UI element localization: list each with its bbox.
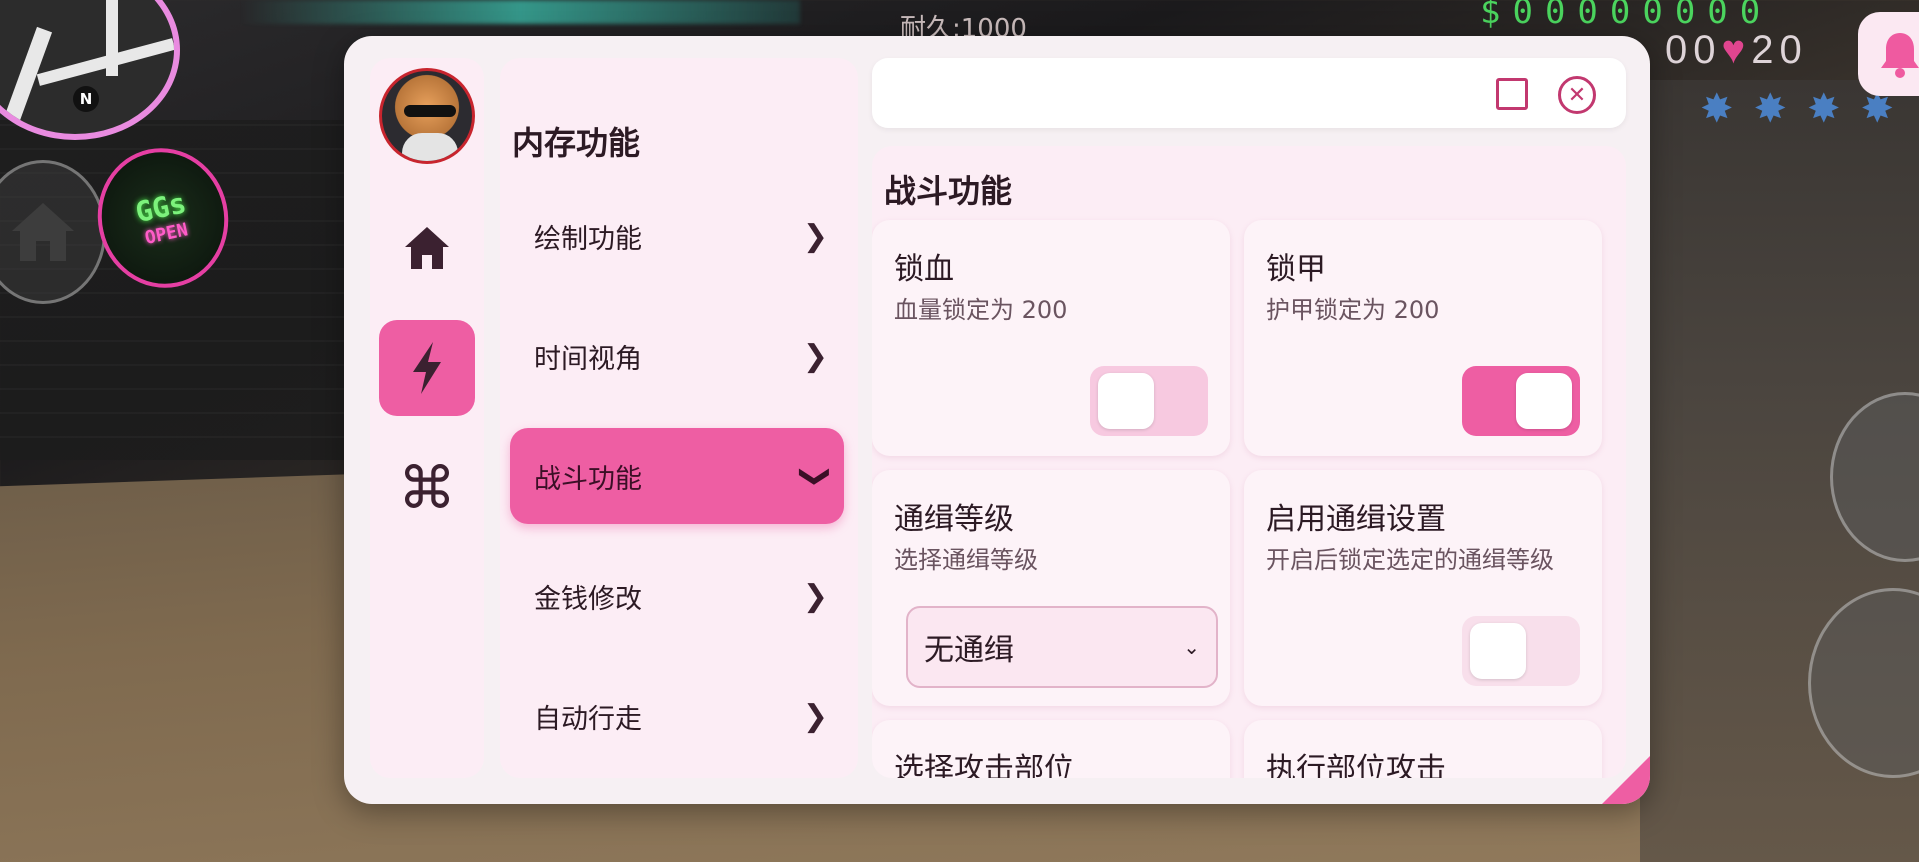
punch-button[interactable] [1830,392,1919,562]
avatar[interactable] [379,68,475,164]
home-icon [12,203,74,261]
section-title: 战斗功能 [884,172,1013,210]
toggle-knob [1098,373,1154,429]
close-button[interactable]: ✕ [1558,76,1596,114]
minimap[interactable]: N [0,0,180,140]
card-title: 选择攻击部位 [894,752,1074,778]
minimap-road [106,0,118,76]
heart-icon: ♥ [1721,28,1752,72]
category-time-view[interactable]: 时间视角 ❯ [510,308,844,404]
combat-content: 战斗功能 锁血 血量锁定为 200 锁甲 护甲锁定为 200 通缉等级 选择通缉… [872,146,1626,778]
game-home-button[interactable] [0,160,106,304]
category-auto-walk[interactable]: 自动行走 ❯ [510,668,844,764]
maximize-button[interactable] [1496,78,1528,110]
rail-memory-button[interactable] [379,320,475,416]
category-label: 金钱修改 [534,583,642,615]
category-label: 自动行走 [534,703,642,735]
lock-health-toggle[interactable] [1090,366,1208,436]
toggle-knob [1470,623,1526,679]
card-title: 启用通缉设置 [1266,502,1446,537]
chevron-right-icon: ❯ [802,698,828,734]
lock-armor-toggle[interactable] [1462,366,1580,436]
chevron-right-icon: ❯ [802,338,828,374]
toggle-knob [1516,373,1572,429]
game-neon-light [240,0,800,24]
category-combat[interactable]: 战斗功能 ❯ [510,428,844,524]
rail-home-button[interactable] [379,200,475,296]
minimap-north-marker: N [73,86,99,112]
home-icon [405,227,449,269]
lightning-icon [413,342,441,394]
bell-icon [1881,33,1919,78]
category-label: 绘制功能 [534,223,642,255]
category-money[interactable]: 金钱修改 ❯ [510,548,844,644]
wanted-level-select[interactable]: 无通缉 ⌄ [906,606,1218,688]
gg-open-badge[interactable]: GGs OPEN [84,136,242,300]
hud-stats: 00♥20 [1665,28,1808,73]
category-label: 战斗功能 [534,463,642,495]
exec-attack-card: 执行部位攻击 [1244,720,1602,778]
wanted-enable-toggle[interactable] [1462,616,1580,686]
command-icon: ⌘ [398,454,456,522]
category-column: 内存功能 绘制功能 ❯ 时间视角 ❯ 战斗功能 ❯ 金钱修改 ❯ 自动行走 ❯ [500,58,858,778]
cheat-menu-panel: ⌘ 内存功能 绘制功能 ❯ 时间视角 ❯ 战斗功能 ❯ 金钱修改 ❯ 自动行走 … [344,36,1650,804]
card-desc: 护甲锁定为 200 [1266,296,1440,324]
panel-top-bar: ✕ [872,58,1626,128]
card-title: 通缉等级 [894,502,1014,537]
category-draw[interactable]: 绘制功能 ❯ [510,188,844,284]
category-label: 时间视角 [534,343,642,375]
wanted-enable-card: 启用通缉设置 开启后锁定选定的通缉等级 [1244,470,1602,706]
card-title: 锁血 [894,252,954,287]
menu-title: 内存功能 [512,124,641,162]
rail-command-button[interactable]: ⌘ [379,440,475,536]
attack-part-card: 选择攻击部位 [872,720,1230,778]
hud-stat-value: 00 [1665,28,1722,72]
icon-rail: ⌘ [370,58,484,778]
lock-armor-card: 锁甲 护甲锁定为 200 [1244,220,1602,456]
wanted-level-card: 通缉等级 选择通缉等级 无通缉 ⌄ [872,470,1230,706]
card-title: 锁甲 [1266,252,1326,287]
chevron-down-icon: ⌄ [1183,635,1200,659]
card-desc: 血量锁定为 200 [894,296,1068,324]
lock-health-card: 锁血 血量锁定为 200 [872,220,1230,456]
chevron-down-icon: ❯ [797,463,833,489]
notification-button[interactable] [1858,12,1919,96]
card-desc: 开启后锁定选定的通缉等级 [1266,546,1554,574]
card-title: 执行部位攻击 [1266,752,1446,778]
chevron-right-icon: ❯ [802,578,828,614]
action-button[interactable] [1808,588,1919,778]
wanted-level-value: 无通缉 [924,633,1014,668]
hud-lives: 20 [1751,28,1808,72]
card-desc: 选择通缉等级 [894,546,1038,574]
chevron-right-icon: ❯ [802,218,828,254]
close-icon: ✕ [1567,82,1587,108]
